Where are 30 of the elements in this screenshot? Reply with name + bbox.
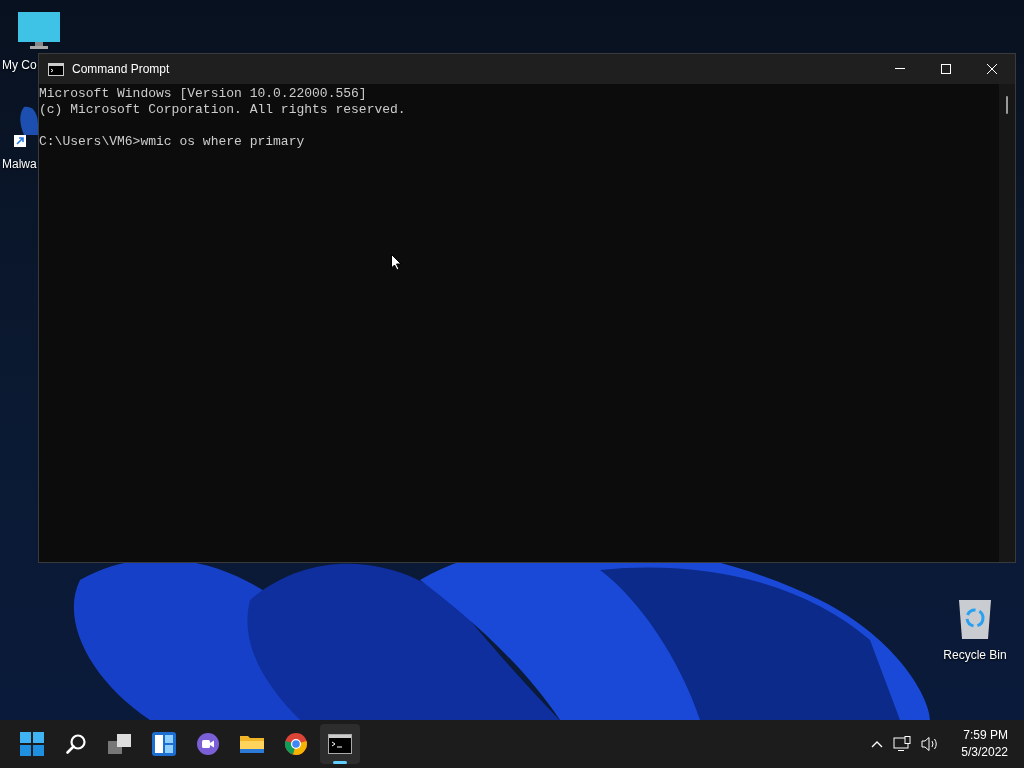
desktop-icon-label[interactable]: My Co [2,58,37,72]
desktop-icon-label[interactable]: Malwa [2,157,37,171]
console-line: C:\Users\VM6>wmic os where primary [39,134,306,150]
shortcut-icon [14,105,38,149]
terminal-icon [328,734,352,754]
search-icon [65,733,87,755]
speaker-icon [921,736,940,752]
browser-icon [284,732,308,756]
minimize-icon [895,68,905,70]
network-button[interactable] [891,734,914,754]
clock[interactable]: 7:59 PM 5/3/2022 [955,726,1014,762]
taskbar-app-button[interactable] [320,724,360,764]
console-line: (c) Microsoft Corporation. All rights reserved. [39,102,407,118]
window-title: Command Prompt [72,62,171,76]
network-icon [893,736,912,752]
video-chat-icon [196,732,220,756]
mouse-pointer-icon [391,254,402,271]
monitor-icon [18,12,60,50]
desktop-icon-label[interactable]: Recycle Bin [943,648,1007,662]
console-line: Microsoft Windows [Version 10.0.22000.556] [39,86,368,102]
close-icon [987,64,997,74]
scrollbar-thumb[interactable] [1006,96,1008,114]
chevron-up-icon [871,740,884,748]
maximize-icon [941,64,951,74]
windows-logo-icon [20,732,44,756]
widgets-icon [152,732,176,756]
recycle-bin-icon [957,598,993,640]
console-app-icon [48,62,64,76]
windows-stack-icon [108,733,132,755]
folder-icon [239,733,265,755]
